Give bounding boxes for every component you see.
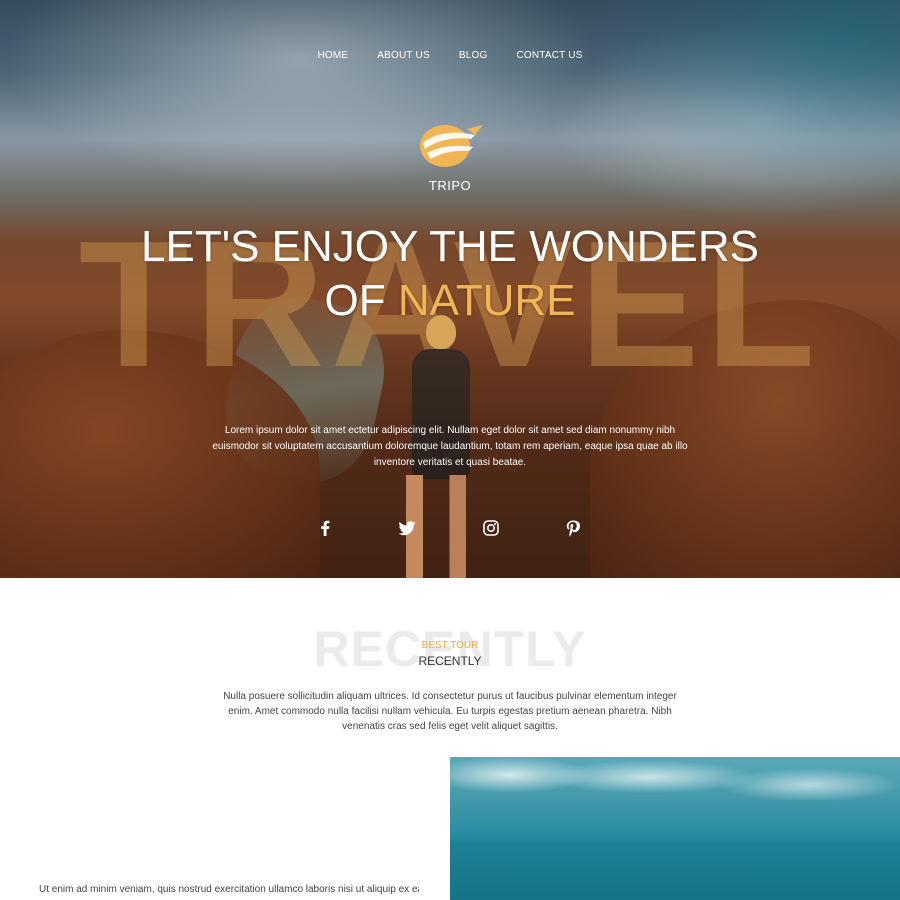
tour-image[interactable]	[450, 757, 900, 900]
brand-name: TRIPO	[428, 178, 472, 193]
pinterest-glyph	[566, 520, 580, 536]
facebook-icon[interactable]	[313, 516, 337, 540]
section-title: RECENTLY	[418, 654, 482, 668]
nav-home-link[interactable]: HOME	[317, 50, 348, 61]
nav-blog-link[interactable]: BLOG	[459, 50, 488, 61]
hero-section: TRAVEL HOME ABOUT US BLOG CONTACT US TRI…	[0, 0, 900, 578]
twitter-icon[interactable]	[395, 516, 419, 540]
globe-plane-logo-icon[interactable]	[417, 117, 485, 173]
nav-contact-link[interactable]: CONTACT US	[516, 50, 582, 61]
instagram-icon[interactable]	[479, 516, 503, 540]
facebook-glyph	[321, 520, 330, 536]
headline-line-1: LET'S ENJOY THE WONDERS	[141, 222, 759, 271]
sky-tint	[480, 0, 900, 230]
section-description: Nulla posuere sollicitudin aliquam ultri…	[223, 691, 677, 732]
twitter-glyph	[398, 520, 416, 535]
headline-line-2-prefix: OF	[324, 276, 398, 325]
section-eyebrow: BEST TOUR	[421, 640, 479, 651]
headline-accent-word: NATURE	[397, 276, 576, 325]
hero-headline: LET'S ENJOY THE WONDERS OF NATURE	[0, 220, 900, 328]
nav-about-link[interactable]: ABOUT US	[377, 50, 430, 61]
social-links	[0, 516, 900, 540]
main-nav: HOME ABOUT US BLOG CONTACT US	[0, 50, 900, 61]
tour-description: Ut enim ad minim veniam, quis nostrud ex…	[39, 884, 419, 895]
logo-svg	[420, 125, 483, 167]
pinterest-icon[interactable]	[561, 516, 585, 540]
instagram-glyph	[483, 520, 499, 536]
hero-description: Lorem ipsum dolor sit amet ectetur adipi…	[212, 425, 688, 468]
